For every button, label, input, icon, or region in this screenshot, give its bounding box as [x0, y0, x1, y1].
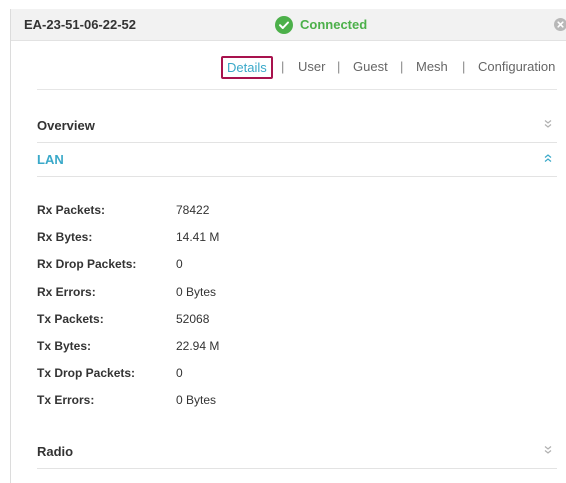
- chevron-double-up-icon[interactable]: [543, 153, 553, 163]
- stat-label-tx-packets: Tx Packets:: [37, 312, 104, 326]
- tab-configuration[interactable]: Configuration: [478, 59, 555, 74]
- panel-header: EA-23-51-06-22-52 Connected: [11, 9, 566, 41]
- section-title-lan: LAN: [37, 152, 64, 167]
- stat-label-tx-errors: Tx Errors:: [37, 393, 95, 407]
- tab-separator: |: [462, 59, 466, 74]
- tab-mesh[interactable]: Mesh: [416, 59, 448, 74]
- tabs-divider: [37, 89, 557, 90]
- section-overview[interactable]: Overview: [37, 108, 557, 143]
- stat-label-rx-bytes: Rx Bytes:: [37, 230, 93, 244]
- stat-value-rx-errors: 0 Bytes: [176, 285, 217, 299]
- stat-value-rx-drop-packets: 0: [176, 257, 183, 271]
- stat-label-rx-errors: Rx Errors:: [37, 285, 96, 299]
- tab-separator: |: [281, 59, 285, 74]
- tab-separator: |: [337, 59, 341, 74]
- stat-label-rx-drop-packets: Rx Drop Packets:: [37, 257, 137, 271]
- stat-value-tx-drop-packets: 0: [176, 366, 183, 380]
- tab-user[interactable]: User: [298, 59, 325, 74]
- device-name: EA-23-51-06-22-52: [24, 17, 137, 32]
- stat-value-tx-bytes: 22.94 M: [176, 339, 220, 353]
- close-icon[interactable]: [554, 18, 566, 31]
- stat-value-tx-errors: 0 Bytes: [176, 393, 217, 407]
- check-circle-icon: [275, 15, 293, 34]
- tab-bar: Details | User | Guest | Mesh | Configur…: [11, 55, 566, 79]
- section-title-overview: Overview: [37, 118, 95, 133]
- section-title-radio: Radio: [37, 444, 74, 459]
- stat-label-tx-drop-packets: Tx Drop Packets:: [37, 366, 136, 380]
- tab-details[interactable]: Details: [221, 56, 273, 79]
- tab-separator: |: [400, 59, 404, 74]
- chevron-double-down-icon[interactable]: [543, 445, 553, 455]
- tab-guest[interactable]: Guest: [353, 59, 388, 74]
- connection-status: Connected: [275, 15, 367, 34]
- stat-value-rx-bytes: 14.41 M: [176, 230, 220, 244]
- stat-label-tx-bytes: Tx Bytes:: [37, 339, 92, 353]
- stat-value-rx-packets: 78422: [176, 203, 210, 217]
- section-radio[interactable]: Radio: [37, 434, 557, 469]
- chevron-double-down-icon[interactable]: [543, 119, 553, 129]
- section-lan[interactable]: LAN: [37, 142, 557, 177]
- stat-value-tx-packets: 52068: [176, 312, 210, 326]
- status-text: Connected: [300, 17, 368, 32]
- device-details-panel: EA-23-51-06-22-52 Connected Details | Us…: [10, 9, 566, 483]
- stat-label-rx-packets: Rx Packets:: [37, 203, 106, 217]
